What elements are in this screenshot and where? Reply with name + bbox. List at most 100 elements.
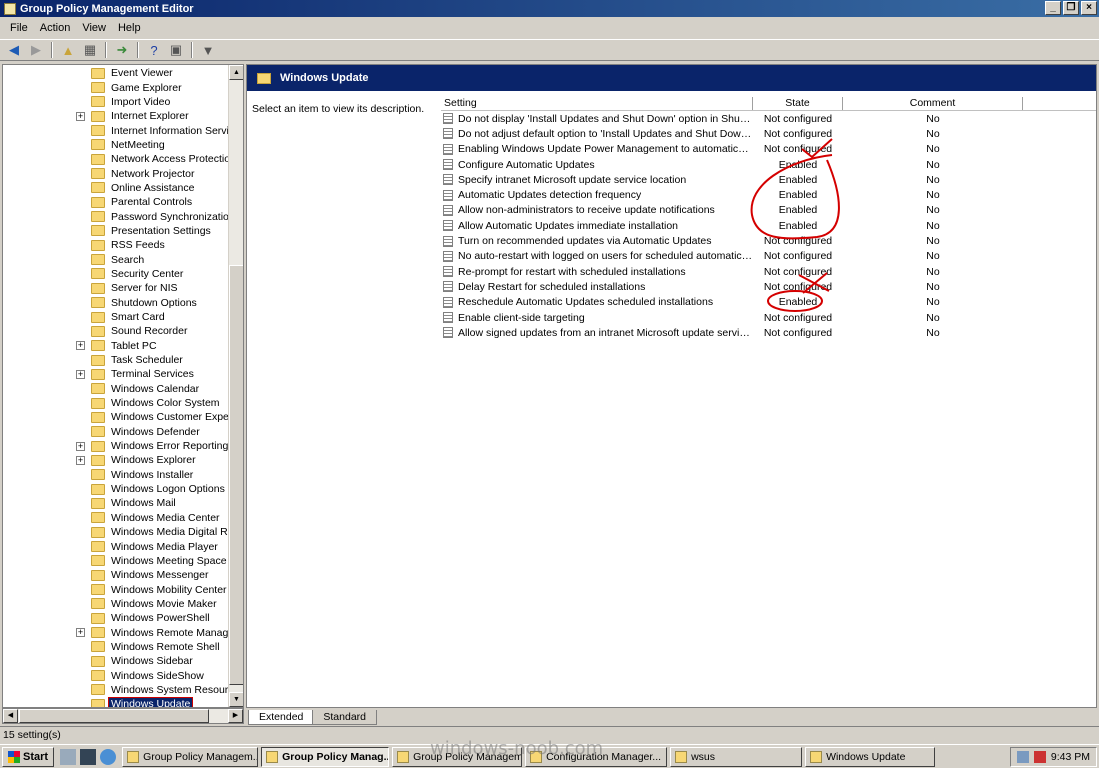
tree-item[interactable]: + Windows Explorer: [3, 453, 229, 467]
tree-item[interactable]: Online Assistance: [3, 181, 229, 195]
tree-item[interactable]: Windows Calendar: [3, 382, 229, 396]
tree-item[interactable]: Windows Customer Experie: [3, 410, 229, 424]
volume-icon[interactable]: [1033, 750, 1046, 763]
tree-item[interactable]: Windows Movie Maker: [3, 597, 229, 611]
tree-item[interactable]: + Windows Error Reporting: [3, 439, 229, 453]
start-button[interactable]: Start: [2, 746, 55, 767]
help-icon[interactable]: ?: [144, 41, 164, 59]
setting-row[interactable]: Do not adjust default option to 'Install…: [441, 126, 1096, 141]
minimize-button[interactable]: _: [1045, 1, 1061, 15]
menu-file[interactable]: File: [4, 22, 34, 34]
tab-standard[interactable]: Standard: [312, 710, 377, 725]
tree-item[interactable]: Windows Meeting Space: [3, 554, 229, 568]
expand-icon[interactable]: +: [76, 369, 85, 379]
tree-item[interactable]: + Internet Explorer: [3, 109, 229, 123]
tree-item[interactable]: Windows Mobility Center: [3, 582, 229, 596]
column-header-setting[interactable]: Setting: [441, 97, 753, 110]
scroll-right-arrow-icon[interactable]: ▶: [228, 709, 243, 723]
tree-item[interactable]: Windows Media Player: [3, 539, 229, 553]
tree-item[interactable]: Search: [3, 252, 229, 266]
setting-row[interactable]: Re-prompt for restart with scheduled ins…: [441, 264, 1096, 279]
setting-row[interactable]: Enabling Windows Update Power Management…: [441, 142, 1096, 157]
tree-item[interactable]: + Terminal Services: [3, 367, 229, 381]
tab-extended[interactable]: Extended: [248, 710, 315, 725]
network-icon[interactable]: [1016, 750, 1029, 763]
close-button[interactable]: ×: [1081, 1, 1097, 15]
tree-item[interactable]: + Windows Remote Managem: [3, 625, 229, 639]
tree-vertical-scrollbar[interactable]: ▲ ▼: [228, 65, 243, 707]
scroll-up-arrow-icon[interactable]: ▲: [229, 65, 243, 80]
tree-item[interactable]: Import Video: [3, 95, 229, 109]
tree-item[interactable]: Windows Sidebar: [3, 654, 229, 668]
expand-icon[interactable]: +: [76, 628, 85, 638]
tree-item[interactable]: Game Explorer: [3, 80, 229, 94]
expand-icon[interactable]: +: [76, 341, 85, 351]
tree-item[interactable]: Windows Media Digital Right: [3, 525, 229, 539]
column-header-comment[interactable]: Comment: [843, 97, 1023, 110]
show-desktop-icon[interactable]: [80, 748, 97, 765]
tree-item[interactable]: + Tablet PC: [3, 339, 229, 353]
scroll-thumb[interactable]: [19, 709, 209, 723]
tree-item[interactable]: Windows Mail: [3, 496, 229, 510]
taskbar-button[interactable]: Group Policy Managem...: [392, 746, 523, 767]
setting-row[interactable]: Enable client-side targeting Not configur…: [441, 310, 1096, 325]
tree-item[interactable]: Windows SideShow: [3, 668, 229, 682]
setting-row[interactable]: Allow signed updates from an intranet Mi…: [441, 325, 1096, 340]
tree-item[interactable]: Windows Color System: [3, 396, 229, 410]
taskbar-button[interactable]: Configuration Manager...: [525, 746, 668, 767]
tree-item[interactable]: Windows Media Center: [3, 511, 229, 525]
tree-item[interactable]: Network Access Protection: [3, 152, 229, 166]
export-list-icon[interactable]: ➜: [112, 41, 132, 59]
tree-item[interactable]: Security Center: [3, 267, 229, 281]
scroll-down-arrow-icon[interactable]: ▼: [229, 692, 243, 707]
tree-item[interactable]: Windows Installer: [3, 468, 229, 482]
setting-row[interactable]: Turn on recommended updates via Automati…: [441, 233, 1096, 248]
tree-item[interactable]: Smart Card: [3, 310, 229, 324]
setting-row[interactable]: Reschedule Automatic Updates scheduled i…: [441, 295, 1096, 310]
tree-item[interactable]: Windows Logon Options: [3, 482, 229, 496]
back-arrow-icon[interactable]: ◀: [4, 41, 24, 59]
taskbar-button[interactable]: Group Policy Managem...: [122, 746, 259, 767]
tree-item[interactable]: Parental Controls: [3, 195, 229, 209]
setting-row[interactable]: Do not display 'Install Updates and Shut…: [441, 111, 1096, 126]
tree-item[interactable]: Server for NIS: [3, 281, 229, 295]
setting-row[interactable]: Automatic Updates detection frequency Ena…: [441, 187, 1096, 202]
up-folder-icon[interactable]: ▲: [58, 41, 78, 59]
tree-item[interactable]: Task Scheduler: [3, 353, 229, 367]
setting-row[interactable]: No auto-restart with logged on users for…: [441, 249, 1096, 264]
menu-help[interactable]: Help: [112, 22, 147, 34]
menu-view[interactable]: View: [76, 22, 112, 34]
tree-item[interactable]: Shutdown Options: [3, 296, 229, 310]
tree-horizontal-scrollbar[interactable]: ◀ ▶: [2, 708, 244, 724]
tree-item[interactable]: Windows System Resource: [3, 683, 229, 697]
clock[interactable]: 9:43 PM: [1051, 751, 1090, 763]
tree-item[interactable]: Windows PowerShell: [3, 611, 229, 625]
scroll-left-arrow-icon[interactable]: ◀: [3, 709, 18, 723]
internet-explorer-icon[interactable]: [100, 748, 117, 765]
expand-icon[interactable]: +: [76, 111, 85, 121]
show-hide-tree-icon[interactable]: ▦: [80, 41, 100, 59]
tree-item[interactable]: Windows Defender: [3, 425, 229, 439]
filter-icon[interactable]: ▼: [198, 41, 218, 59]
tree-item[interactable]: Event Viewer: [3, 66, 229, 80]
tree-item[interactable]: Windows Remote Shell: [3, 640, 229, 654]
properties-icon[interactable]: ▣: [166, 41, 186, 59]
taskbar-button[interactable]: wsus: [670, 746, 803, 767]
menu-action[interactable]: Action: [34, 22, 77, 34]
setting-row[interactable]: Allow non-administrators to receive upda…: [441, 203, 1096, 218]
scroll-thumb[interactable]: [229, 265, 243, 685]
tree-item[interactable]: Sound Recorder: [3, 324, 229, 338]
setting-row[interactable]: Specify intranet Microsoft update servic…: [441, 172, 1096, 187]
tree-item[interactable]: NetMeeting: [3, 138, 229, 152]
tree-item[interactable]: Password Synchronization: [3, 209, 229, 223]
tree-item[interactable]: Windows Messenger: [3, 568, 229, 582]
restore-button[interactable]: ❐: [1063, 1, 1079, 15]
expand-icon[interactable]: +: [76, 441, 85, 451]
taskbar-button[interactable]: Windows Update: [805, 746, 936, 767]
forward-arrow-icon[interactable]: ▶: [26, 41, 46, 59]
tree-item[interactable]: Presentation Settings: [3, 224, 229, 238]
setting-row[interactable]: Allow Automatic Updates immediate instal…: [441, 218, 1096, 233]
tree-item[interactable]: Network Projector: [3, 166, 229, 180]
setting-row[interactable]: Delay Restart for scheduled installation…: [441, 279, 1096, 294]
tree-item[interactable]: Windows Update: [3, 697, 229, 707]
